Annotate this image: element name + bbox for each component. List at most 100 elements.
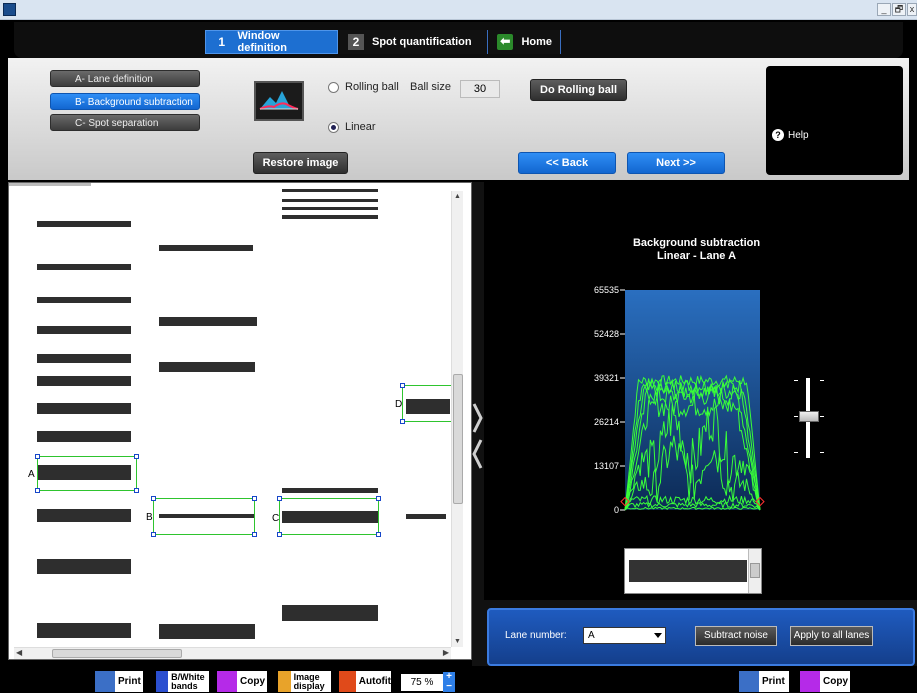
scrollbar-thumb[interactable] [750, 563, 760, 578]
apply-all-lanes-button[interactable]: Apply to all lanes [790, 626, 873, 646]
gel-band [37, 297, 131, 303]
ball-size-label: Ball size [410, 81, 451, 93]
slider-tick [820, 416, 824, 417]
step-spot-separation[interactable]: C- Spot separation [50, 114, 200, 131]
image-display-button[interactable]: Image display [278, 671, 331, 692]
minimize-button[interactable]: _ [877, 3, 891, 16]
slider-tick [794, 416, 798, 417]
restore-button[interactable]: 🗗 [892, 3, 906, 16]
y-tick-label: 26214 [594, 417, 619, 427]
linear-label: Linear [345, 121, 376, 133]
image-display-label: Image display [293, 671, 325, 691]
slider-tick [794, 452, 798, 453]
slider-tick [794, 380, 798, 381]
copy-icon [800, 671, 820, 692]
gel-band [37, 623, 131, 638]
resize-handle[interactable] [277, 496, 282, 501]
resize-handle[interactable] [400, 383, 405, 388]
gel-band [159, 317, 257, 326]
gel-band [37, 326, 131, 334]
ball-size-input[interactable]: 30 [460, 80, 500, 98]
gel-band [282, 488, 378, 493]
resize-handle[interactable] [252, 532, 257, 537]
print-button-right[interactable]: Print [739, 671, 789, 692]
resize-handle[interactable] [35, 488, 40, 493]
chevron-down-icon [654, 633, 662, 638]
help-panel [766, 66, 903, 175]
resize-handle[interactable] [134, 454, 139, 459]
resize-handle[interactable] [277, 532, 282, 537]
scroll-right-icon[interactable]: ▶ [443, 648, 449, 657]
print-label: Print [118, 676, 141, 687]
lane-select-value: A [588, 630, 595, 641]
scroll-down-icon[interactable]: ▼ [454, 638, 461, 645]
panel-divider[interactable] [472, 182, 484, 666]
print-button-left[interactable]: Print [95, 671, 143, 692]
subtract-noise-button[interactable]: Subtract noise [695, 626, 777, 646]
autofit-button[interactable]: Autofit [339, 671, 391, 692]
lane-c-selection[interactable] [277, 496, 381, 537]
tab-label: Spot quantification [372, 36, 472, 48]
y-tick-label: 39321 [594, 373, 619, 383]
zoom-stepper[interactable]: + − [443, 672, 455, 692]
y-tick-label: 65535 [594, 285, 619, 295]
gel-band [37, 354, 131, 363]
vertical-scrollbar[interactable]: ▲ ▼ [451, 191, 463, 647]
lane-a-selection[interactable] [35, 454, 139, 493]
help-label[interactable]: Help [788, 130, 809, 141]
scrollbar-thumb[interactable] [52, 649, 182, 658]
step-lane-definition[interactable]: A- Lane definition [50, 70, 200, 87]
resize-handle[interactable] [151, 496, 156, 501]
lane-number-select[interactable]: A [583, 627, 666, 644]
bw-bands-button[interactable]: B/White bands [156, 671, 209, 692]
gel-band [37, 264, 131, 270]
tab-spot-quantification[interactable]: 2 Spot quantification [340, 30, 488, 54]
next-button[interactable]: Next >> [627, 152, 725, 174]
scroll-left-icon[interactable]: ◀ [16, 648, 22, 657]
lane-label: A [28, 469, 35, 480]
resize-handle[interactable] [376, 496, 381, 501]
copy-button-right[interactable]: Copy [800, 671, 850, 692]
bw-bands-label: B/White bands [171, 671, 205, 691]
do-rolling-ball-button[interactable]: Do Rolling ball [530, 79, 627, 101]
lane-thumbnail [624, 548, 762, 594]
resize-handle[interactable] [134, 488, 139, 493]
help-icon[interactable]: ? [772, 129, 784, 141]
gel-band [282, 207, 378, 210]
copy-label: Copy [240, 676, 265, 687]
tab-number: 2 [348, 34, 364, 50]
tab-home[interactable]: ⬅ Home [489, 30, 561, 54]
step-background-subtraction[interactable]: B- Background subtraction [50, 93, 200, 110]
linear-radio[interactable] [328, 122, 339, 133]
copy-icon [217, 671, 237, 692]
back-button[interactable]: << Back [518, 152, 616, 174]
gel-band [37, 559, 131, 574]
gel-image-view[interactable]: A B C D [8, 182, 472, 660]
autofit-icon [339, 671, 356, 692]
copy-button-left[interactable]: Copy [217, 671, 267, 692]
scroll-up-icon[interactable]: ▲ [454, 193, 461, 200]
tab-window-definition[interactable]: 1 Window definition [205, 30, 338, 54]
close-button[interactable]: x [907, 3, 917, 16]
resize-handle[interactable] [151, 532, 156, 537]
zoom-field[interactable]: 75 % [401, 674, 443, 691]
gel-band [282, 215, 378, 219]
gel-band [406, 514, 446, 519]
lane-d-selection[interactable] [400, 383, 452, 424]
bw-bands-icon [156, 671, 169, 692]
resize-handle[interactable] [400, 419, 405, 424]
lane-label: C [272, 513, 280, 524]
resize-handle[interactable] [376, 532, 381, 537]
restore-image-button[interactable]: Restore image [253, 152, 348, 174]
lane-label: D [395, 399, 403, 410]
horizontal-scrollbar[interactable]: ◀ ▶ [14, 647, 451, 659]
resize-handle[interactable] [252, 496, 257, 501]
thumbnail-scrollbar[interactable] [748, 549, 761, 593]
resize-handle[interactable] [35, 454, 40, 459]
lane-b-selection[interactable] [151, 496, 257, 537]
gel-band [282, 605, 378, 621]
profile-preview-icon [254, 81, 304, 121]
rolling-ball-radio[interactable] [328, 82, 339, 93]
scrollbar-thumb[interactable] [453, 374, 463, 504]
threshold-slider-thumb[interactable] [799, 411, 819, 422]
